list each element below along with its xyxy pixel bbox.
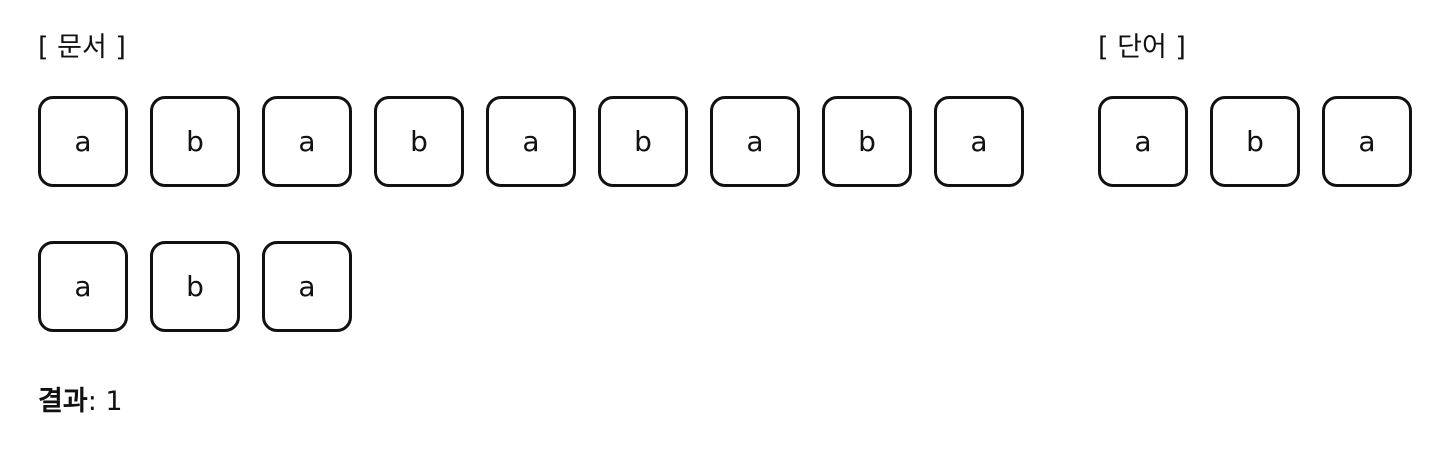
word-cell: a [1322, 96, 1412, 187]
document-cell: a [38, 241, 128, 332]
document-row-1: a b a b a b a b a [38, 96, 1024, 187]
document-cell: b [598, 96, 688, 187]
document-row-2: a b a [38, 241, 352, 332]
word-heading: [ 단어 ] [1098, 32, 1186, 63]
result-line: 결과: 1 [38, 384, 123, 420]
document-cell: b [150, 96, 240, 187]
word-row: a b a [1098, 96, 1412, 187]
result-label: 결과 [38, 386, 88, 417]
document-cell: a [262, 96, 352, 187]
result-separator: : [87, 386, 106, 417]
word-cell: a [1098, 96, 1188, 187]
document-heading: [ 문서 ] [38, 32, 126, 63]
document-cell: b [150, 241, 240, 332]
document-cell: a [934, 96, 1024, 187]
word-cell: b [1210, 96, 1300, 187]
document-cell: a [38, 96, 128, 187]
document-cell: a [262, 241, 352, 332]
document-cell: a [710, 96, 800, 187]
document-cell: a [486, 96, 576, 187]
document-cell: b [822, 96, 912, 187]
result-value: 1 [105, 386, 123, 417]
document-cell: b [374, 96, 464, 187]
